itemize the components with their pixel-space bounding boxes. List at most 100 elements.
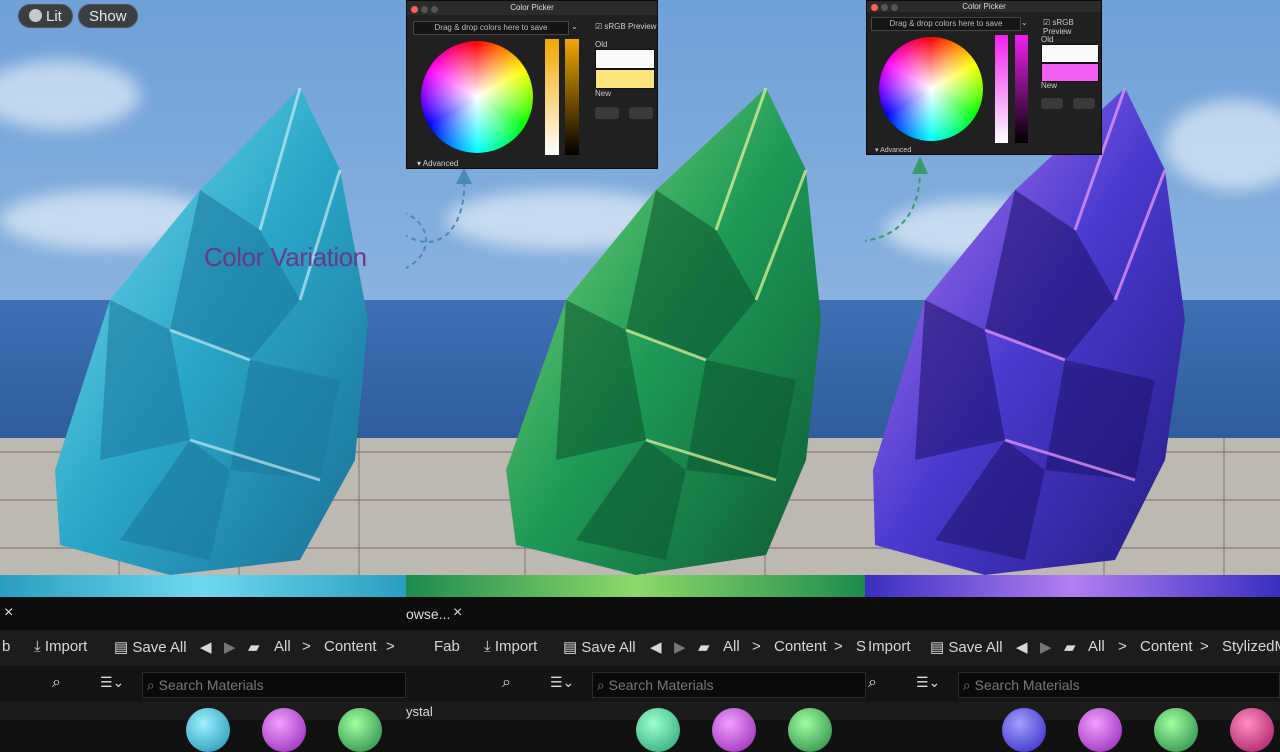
back-icon[interactable]: ◀: [200, 638, 212, 656]
breadcrumb-all[interactable]: All: [1088, 638, 1105, 655]
search-materials-input[interactable]: ⌕ Search Materials: [142, 672, 406, 698]
forward-icon[interactable]: ▶: [224, 638, 236, 656]
lit-button[interactable]: Lit: [18, 4, 73, 28]
save-icon: ▤: [563, 639, 578, 656]
save-all-button[interactable]: ▤ Save All: [563, 638, 636, 656]
filter-icon[interactable]: ☰⌄: [550, 674, 574, 691]
tab-content-browser[interactable]: owse...: [406, 606, 450, 622]
material-thumbnail[interactable]: [788, 708, 832, 752]
value-slider[interactable]: [1015, 35, 1028, 143]
color-wheel[interactable]: [879, 37, 983, 141]
content-browser: × owse... × b ⤓ Import ▤ Save All ◀ ▶ ▰ …: [0, 597, 1280, 752]
breadcrumb-content[interactable]: Content: [1140, 638, 1193, 655]
search-icon[interactable]: ⌕: [868, 674, 877, 692]
breadcrumb-separator: >: [752, 638, 761, 655]
material-thumbnail[interactable]: [636, 708, 680, 752]
material-thumbnail[interactable]: [1078, 708, 1122, 752]
import-button[interactable]: Import: [868, 638, 911, 655]
filter-icon[interactable]: ☰⌄: [100, 674, 124, 691]
advanced-toggle[interactable]: ▾ Advanced: [875, 146, 911, 154]
lit-label: Lit: [46, 8, 62, 25]
breadcrumb-separator: >: [834, 638, 843, 655]
show-button[interactable]: Show: [78, 4, 138, 28]
color-wheel-mode-icon[interactable]: [595, 107, 619, 119]
breadcrumb-separator: >: [1200, 638, 1209, 655]
material-thumbnail[interactable]: [1154, 708, 1198, 752]
material-thumbnail[interactable]: [338, 708, 382, 752]
breadcrumb-separator: >: [386, 638, 395, 655]
import-button[interactable]: ⤓ Import: [34, 638, 87, 655]
breadcrumb-all[interactable]: All: [723, 638, 740, 655]
picker-title: Color Picker: [510, 3, 554, 12]
folder-icon[interactable]: ▰: [248, 638, 260, 656]
forward-icon[interactable]: ▶: [1040, 638, 1052, 656]
breadcrumb-content[interactable]: Content: [324, 638, 377, 655]
material-thumbnail[interactable]: [1230, 708, 1274, 752]
saturation-slider[interactable]: [545, 39, 559, 155]
value-slider[interactable]: [565, 39, 579, 155]
folder-icon[interactable]: ▰: [698, 638, 710, 656]
save-icon: ▤: [930, 639, 945, 656]
material-thumbnail[interactable]: [1002, 708, 1046, 752]
back-icon[interactable]: ◀: [1016, 638, 1028, 656]
color-drop-zone[interactable]: Drag & drop colors here to save: [871, 17, 1021, 31]
save-all-button[interactable]: ▤ Save All: [114, 638, 187, 656]
search-icon[interactable]: ⌕: [52, 674, 61, 692]
asset-grid: ystal: [0, 702, 1280, 752]
annotation-arrow: [406, 168, 472, 270]
forward-icon[interactable]: ▶: [674, 638, 686, 656]
import-icon: ⤓: [484, 638, 491, 655]
save-all-button[interactable]: ▤ Save All: [930, 638, 1003, 656]
saturation-slider[interactable]: [995, 35, 1008, 143]
window-controls[interactable]: [871, 3, 901, 14]
search-placeholder: Search Materials: [608, 677, 714, 693]
material-thumbnail[interactable]: [186, 708, 230, 752]
picker-titlebar[interactable]: Color Picker: [867, 1, 1101, 12]
annotation-arrow: [865, 156, 928, 242]
save-all-label: Save All: [132, 639, 187, 656]
eyedropper-icon[interactable]: [629, 107, 653, 119]
old-color-swatch: [1041, 44, 1099, 63]
drop-chevron-icon[interactable]: ⌄: [1021, 18, 1028, 27]
fab-button[interactable]: b: [2, 638, 10, 655]
search-icon[interactable]: ⌕: [502, 674, 511, 692]
import-label: Import: [494, 638, 538, 655]
back-icon[interactable]: ◀: [650, 638, 662, 656]
old-label: Old: [1041, 35, 1054, 44]
window-controls[interactable]: [411, 4, 441, 18]
search-row: ⌕ ☰⌄ ⌕ Search Materials ⌕ ☰⌄ ⌕ Search Ma…: [0, 666, 1280, 702]
color-wheel-mode-icon[interactable]: [1041, 98, 1063, 109]
save-all-label: Save All: [581, 639, 636, 656]
color-picker-1[interactable]: Color Picker Drag & drop colors here to …: [406, 0, 658, 169]
color-drop-zone[interactable]: Drag & drop colors here to save: [413, 21, 569, 35]
advanced-toggle[interactable]: ▾ Advanced: [417, 159, 458, 168]
picker-titlebar[interactable]: Color Picker: [407, 1, 657, 15]
srgb-preview-checkbox[interactable]: ☑ sRGB Preview: [595, 22, 656, 31]
srgb-preview-checkbox[interactable]: ☑ sRGB Preview: [1043, 18, 1101, 36]
material-thumbnail[interactable]: [712, 708, 756, 752]
breadcrumb-all[interactable]: All: [274, 638, 291, 655]
material-thumbnail[interactable]: [262, 708, 306, 752]
close-icon[interactable]: ×: [453, 604, 462, 622]
color-picker-2[interactable]: Color Picker Drag & drop colors here to …: [866, 0, 1102, 155]
import-button[interactable]: ⤓ Import: [484, 638, 537, 655]
eyedropper-icon[interactable]: [1073, 98, 1095, 109]
save-icon: ▤: [114, 639, 129, 656]
import-label: Import: [868, 638, 911, 655]
breadcrumb-content[interactable]: Content: [774, 638, 827, 655]
breadcrumb-folder[interactable]: StylizedM: [1222, 638, 1280, 655]
search-materials-input[interactable]: ⌕ Search Materials: [958, 672, 1280, 698]
color-wheel[interactable]: [421, 41, 533, 153]
close-icon[interactable]: ×: [4, 604, 13, 622]
new-color-swatch: [595, 69, 655, 89]
breadcrumb-folder[interactable]: S: [856, 638, 866, 655]
new-color-swatch: [1041, 63, 1099, 82]
drop-chevron-icon[interactable]: ⌄: [571, 22, 578, 31]
search-materials-input[interactable]: ⌕ Search Materials: [592, 672, 866, 698]
folder-icon[interactable]: ▰: [1064, 638, 1076, 656]
toolbar: b ⤓ Import ▤ Save All ◀ ▶ ▰ All > Conten…: [0, 630, 1280, 666]
fab-button[interactable]: Fab: [434, 638, 460, 655]
crystal-rock-blue: [55, 87, 368, 575]
filter-icon[interactable]: ☰⌄: [916, 674, 940, 691]
folder-item[interactable]: ystal: [406, 704, 433, 719]
